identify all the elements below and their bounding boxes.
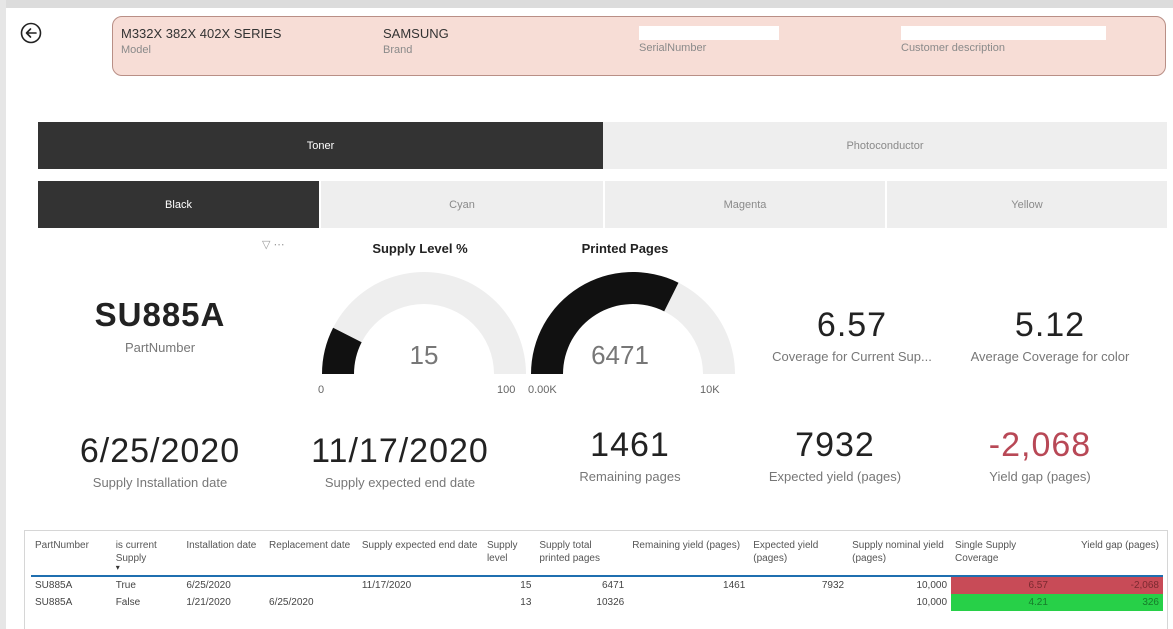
table-row[interactable]: SU885A True 6/25/2020 11/17/2020 15 6471…	[31, 576, 1163, 594]
window-left-border	[0, 0, 6, 629]
end-date-card: 11/17/2020 Supply expected end date	[290, 432, 510, 490]
remaining-pages-value: 1461	[590, 426, 670, 464]
cell-expected-yield: 7932	[821, 580, 845, 591]
col-header-yield-gap[interactable]: Yield gap (pages)	[1052, 537, 1163, 576]
end-date-value: 11/17/2020	[311, 432, 489, 470]
end-date-label: Supply expected end date	[324, 475, 476, 490]
tab-cyan[interactable]: Cyan	[319, 181, 603, 228]
col-header-installation-date[interactable]: Installation date	[182, 537, 265, 576]
supply-level-title: Supply Level %	[372, 241, 468, 256]
col-header-expected-end-date[interactable]: Supply expected end date	[358, 537, 483, 576]
supply-gauge-max: 100	[497, 384, 516, 396]
part-number-card: SU885A PartNumber	[60, 296, 260, 355]
cell-total-printed: 10326	[596, 597, 625, 608]
col-header-remaining-yield[interactable]: Remaining yield (pages)	[628, 537, 749, 576]
cell-total-printed: 6471	[601, 580, 625, 591]
supply-history-table: PartNumber is current Supply ▾ Installati…	[24, 530, 1168, 629]
supply-type-tabs: Toner Photoconductor	[38, 122, 1167, 169]
coverage-current-card: 6.57 Coverage for Current Sup...	[752, 306, 952, 364]
cell-replacement-date	[265, 576, 358, 594]
cell-supply-level: 15	[520, 580, 532, 591]
cell-supply-level: 13	[520, 597, 532, 608]
printed-pages-title: Printed Pages	[581, 241, 669, 256]
tab-yellow[interactable]: Yellow	[885, 181, 1167, 228]
pages-gauge-max: 10K	[700, 384, 720, 396]
expected-yield-label: Expected yield (pages)	[768, 469, 902, 484]
coverage-average-card: 5.12 Average Coverage for color	[950, 306, 1150, 364]
part-number-value: SU885A	[94, 296, 226, 333]
col-header-partnumber[interactable]: PartNumber	[31, 537, 112, 576]
tab-toner[interactable]: Toner	[38, 122, 603, 169]
part-number-label: PartNumber	[124, 340, 196, 355]
cell-remaining-yield	[628, 594, 749, 611]
install-date-value: 6/25/2020	[79, 432, 241, 470]
yield-gap-card: -2,068 Yield gap (pages)	[940, 426, 1140, 484]
serial-label: SerialNumber	[639, 42, 707, 54]
cell-nominal-yield: 10,000	[916, 597, 948, 608]
col-header-nominal-yield[interactable]: Supply nominal yield (pages)	[848, 537, 951, 576]
install-date-card: 6/25/2020 Supply Installation date	[55, 432, 265, 490]
cell-expected-yield	[749, 594, 848, 611]
coverage-current-label: Coverage for Current Sup...	[772, 349, 932, 364]
cell-yield-gap: -2,068	[1051, 576, 1163, 594]
brand-label: Brand	[383, 44, 413, 56]
col-header-is-current[interactable]: is current Supply ▾	[112, 537, 183, 576]
coverage-average-label: Average Coverage for color	[970, 349, 1130, 364]
col-header-total-printed[interactable]: Supply total printed pages	[535, 537, 628, 576]
coverage-average-value: 5.12	[1014, 306, 1086, 344]
cell-installation-date: 1/21/2020	[186, 597, 231, 608]
tab-black[interactable]: Black	[38, 181, 319, 228]
pages-gauge-min: 0.00K	[528, 384, 557, 396]
col-header-supply-level[interactable]: Supply level	[483, 537, 535, 576]
yield-gap-label: Yield gap (pages)	[989, 469, 1091, 484]
cell-partnumber: SU885A	[35, 597, 73, 608]
model-field: M332X 382X 402X SERIES Model	[121, 26, 281, 56]
model-value: M332X 382X 402X SERIES	[121, 26, 282, 41]
serial-value	[639, 26, 779, 40]
color-tabs: Black Cyan Magenta Yellow	[38, 181, 1167, 228]
brand-value: SAMSUNG	[383, 26, 449, 41]
customer-label: Customer description	[901, 42, 1005, 54]
cell-is-current: False	[115, 597, 141, 608]
filter-icon[interactable]: ▽ ⋯	[262, 238, 285, 251]
col-header-replacement-date[interactable]: Replacement date	[265, 537, 358, 576]
cell-expected-end-date	[358, 594, 483, 611]
install-date-label: Supply Installation date	[92, 475, 228, 490]
table-header-row: PartNumber is current Supply ▾ Installati…	[31, 537, 1163, 576]
cell-nominal-yield: 10,000	[916, 580, 948, 591]
table-row[interactable]: SU885A False 1/21/2020 6/25/2020 13 1032…	[31, 594, 1163, 611]
back-arrow-icon[interactable]	[20, 22, 42, 44]
cell-expected-end-date: 11/17/2020	[361, 580, 412, 591]
coverage-current-value: 6.57	[816, 306, 888, 344]
cell-replacement-date: 6/25/2020	[269, 597, 314, 608]
tab-photoconductor[interactable]: Photoconductor	[603, 122, 1167, 169]
cell-yield-gap: 326	[1051, 594, 1163, 611]
cell-coverage: 6.57	[951, 576, 1052, 594]
sort-desc-icon[interactable]: ▾	[116, 564, 179, 572]
remaining-pages-card: 1461 Remaining pages	[530, 426, 730, 484]
brand-field: SAMSUNG Brand	[383, 26, 449, 56]
supply-level-value: 15	[409, 340, 439, 370]
expected-yield-value: 7932	[795, 426, 875, 464]
cell-remaining-yield: 1461	[723, 580, 746, 591]
col-header-coverage[interactable]: Single Supply Coverage	[951, 537, 1052, 576]
cell-is-current: True	[115, 580, 136, 591]
device-info-card: M332X 382X 402X SERIES Model SAMSUNG Bra…	[112, 16, 1166, 76]
customer-value	[901, 26, 1106, 40]
tab-magenta[interactable]: Magenta	[603, 181, 885, 228]
expected-yield-card: 7932 Expected yield (pages)	[735, 426, 935, 484]
model-label: Model	[121, 44, 151, 56]
supply-gauge-min: 0	[318, 384, 325, 396]
yield-gap-value: -2,068	[988, 426, 1092, 464]
remaining-pages-label: Remaining pages	[579, 469, 681, 484]
customer-field: Customer description	[901, 26, 1106, 54]
serial-field: SerialNumber	[639, 26, 779, 54]
printed-pages-value: 6471	[591, 340, 649, 370]
window-top-border	[0, 0, 1173, 8]
col-header-expected-yield[interactable]: Expected yield (pages)	[749, 537, 848, 576]
cell-partnumber: SU885A	[35, 580, 73, 591]
cell-coverage: 4.21	[951, 594, 1052, 611]
cell-installation-date: 6/25/2020	[186, 580, 231, 591]
